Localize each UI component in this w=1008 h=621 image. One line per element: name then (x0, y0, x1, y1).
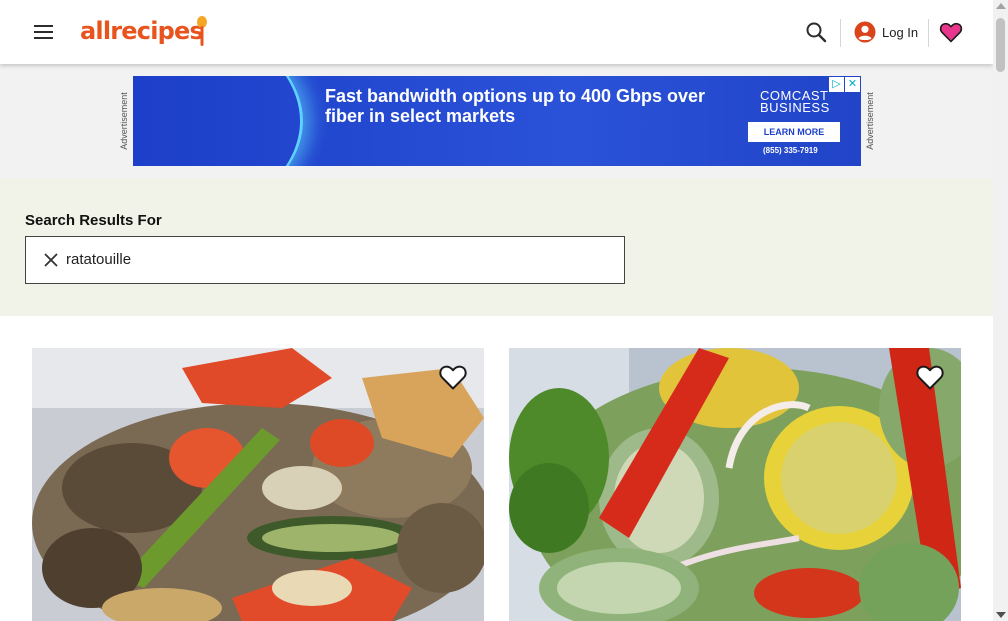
recipe-card[interactable] (32, 348, 484, 621)
ad-banner[interactable]: Fast bandwidth options up to 400 Gbps ov… (133, 76, 861, 166)
vertical-scrollbar[interactable] (993, 0, 1008, 621)
scroll-thumb[interactable] (996, 18, 1005, 72)
ad-label: Advertisement (119, 92, 129, 150)
search-icon[interactable] (805, 21, 827, 43)
spoon-icon (197, 16, 207, 46)
hamburger-menu-icon[interactable] (34, 24, 54, 40)
scroll-down-arrow-icon[interactable] (996, 612, 1006, 618)
login-label: Log In (882, 24, 919, 40)
login-button[interactable]: Log In (854, 21, 918, 43)
heart-icon[interactable] (939, 20, 963, 44)
close-icon[interactable] (43, 252, 59, 268)
search-box (25, 236, 625, 284)
recipe-card[interactable] (509, 348, 961, 621)
ad-brand: COMCAST BUSINESS (760, 88, 830, 115)
site-header: allrecipes Log In (0, 0, 993, 64)
adchoices-icon[interactable]: ▷ (829, 77, 844, 92)
recipe-photo[interactable] (32, 348, 484, 621)
header-divider (928, 19, 929, 47)
ad-phone: (855) 335-7919 (763, 146, 818, 155)
search-section: Search Results For (0, 178, 993, 316)
search-results-title: Search Results For (25, 212, 162, 229)
allrecipes-logo[interactable]: allrecipes (80, 15, 204, 47)
ad-decoration (133, 76, 303, 166)
ad-learn-more-button[interactable]: LEARN MORE (748, 122, 840, 142)
page: allrecipes Log In Advertisement Fast ban… (0, 0, 993, 621)
user-circle-icon (854, 21, 876, 43)
recipe-photo[interactable] (509, 348, 961, 621)
ad-headline: Fast bandwidth options up to 400 Gbps ov… (325, 86, 706, 126)
ad-controls: ▷ ✕ (829, 77, 860, 92)
close-icon[interactable]: ✕ (845, 77, 860, 92)
header-divider (840, 19, 841, 47)
search-input[interactable] (66, 237, 606, 283)
ad-label: Advertisement (865, 92, 875, 150)
scroll-up-arrow-icon[interactable] (996, 3, 1006, 9)
heart-outline-icon[interactable] (438, 362, 468, 392)
heart-outline-icon[interactable] (915, 362, 945, 392)
ad-section: Advertisement Fast bandwidth options up … (0, 64, 993, 178)
